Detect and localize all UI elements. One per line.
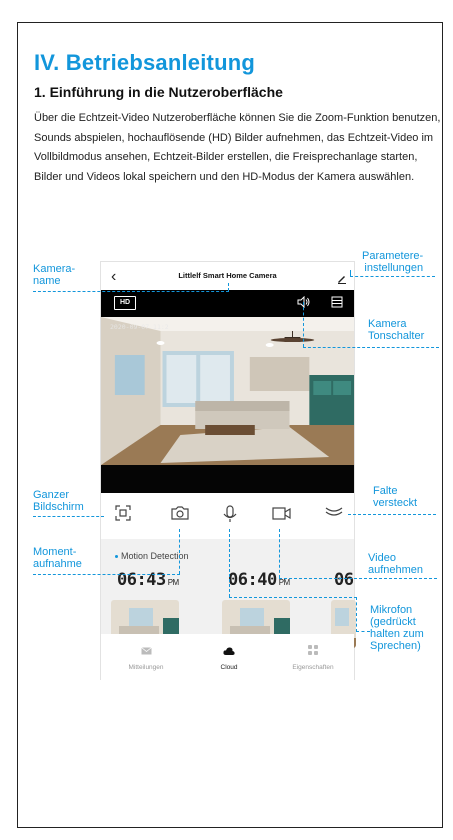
mail-icon <box>140 647 152 655</box>
motion-detection-panel: Motion Detection 06:43 PM 06:40 PM 06 <box>101 539 356 648</box>
leader-line <box>350 270 351 276</box>
callout-record: Video aufnehmen <box>368 552 424 576</box>
fullscreen-icon[interactable] <box>115 505 131 526</box>
tab-eigenschaften[interactable]: Eigenschaften <box>273 642 353 671</box>
event-time: 06:43 PM <box>117 570 179 590</box>
speaker-icon[interactable] <box>297 295 311 313</box>
intro-paragraph: Über die Echtzeit-Video Nutzeroberfläche… <box>34 112 441 183</box>
subsection-title: 1. Einführung in die Nutzeroberfläche <box>34 84 283 100</box>
live-video[interactable]: HD 2020-09-07 11:2 <box>101 290 354 493</box>
callout-snapshot: Moment-aufnahme <box>33 546 82 570</box>
cloud-icon <box>223 647 235 655</box>
callout-camera-name: Kamera-name <box>33 263 76 287</box>
leader-line <box>279 529 280 578</box>
event-time: 06:40 PM <box>228 570 290 590</box>
living-room-image <box>101 317 354 465</box>
camera-icon[interactable] <box>171 505 189 526</box>
leader-line <box>350 276 435 277</box>
control-bar <box>101 493 354 539</box>
video-camera-icon[interactable] <box>272 505 292 526</box>
leader-line <box>348 514 436 515</box>
microphone-icon[interactable] <box>223 505 237 528</box>
callout-fullscreen: Ganzer Bildschirm <box>33 489 84 513</box>
leader-line <box>279 578 437 579</box>
camera-name-title: Littlelf Smart Home Camera <box>178 271 277 280</box>
bottom-tab-bar: Mitteilungen Cloud Eigenschaften <box>101 634 354 680</box>
event-time: 06 <box>334 570 354 590</box>
leader-line <box>229 597 357 598</box>
leader-line <box>356 631 370 632</box>
video-timestamp: 2020-09-07 11:2 <box>110 323 169 331</box>
tab-cloud[interactable]: Cloud <box>189 642 269 671</box>
motion-detection-label: Motion Detection <box>115 551 189 561</box>
callout-sound-switch: Kamera Tonschalter <box>368 318 425 342</box>
leader-line <box>33 516 104 517</box>
leader-line <box>33 291 229 292</box>
hd-toggle[interactable]: HD <box>114 296 136 310</box>
leader-line <box>303 347 439 348</box>
pencil-icon[interactable] <box>337 271 347 289</box>
callout-fold: Falte versteckt <box>373 485 418 509</box>
leader-line <box>179 529 180 574</box>
tab-mitteilungen[interactable]: Mitteilungen <box>106 642 186 671</box>
callout-settings: Parametere-instellungen <box>362 250 424 274</box>
leader-line <box>33 574 180 575</box>
section-title: IV. Betriebsanleitung <box>34 50 255 75</box>
collapse-icon[interactable] <box>325 505 343 524</box>
menu-icon[interactable] <box>331 295 343 313</box>
video-top-bar: HD <box>101 290 354 317</box>
callout-microphone: Mikrofon (gedrückt halten zum Sprechen) <box>370 604 424 652</box>
leader-line <box>303 302 304 347</box>
leader-line <box>229 529 230 597</box>
video-bottom-bar <box>101 465 354 493</box>
app-screenshot: ‹ Littlelf Smart Home Camera HD 2020-09-… <box>100 261 356 680</box>
leader-line <box>228 283 229 291</box>
grid-icon <box>308 645 318 655</box>
leader-line <box>356 597 357 632</box>
